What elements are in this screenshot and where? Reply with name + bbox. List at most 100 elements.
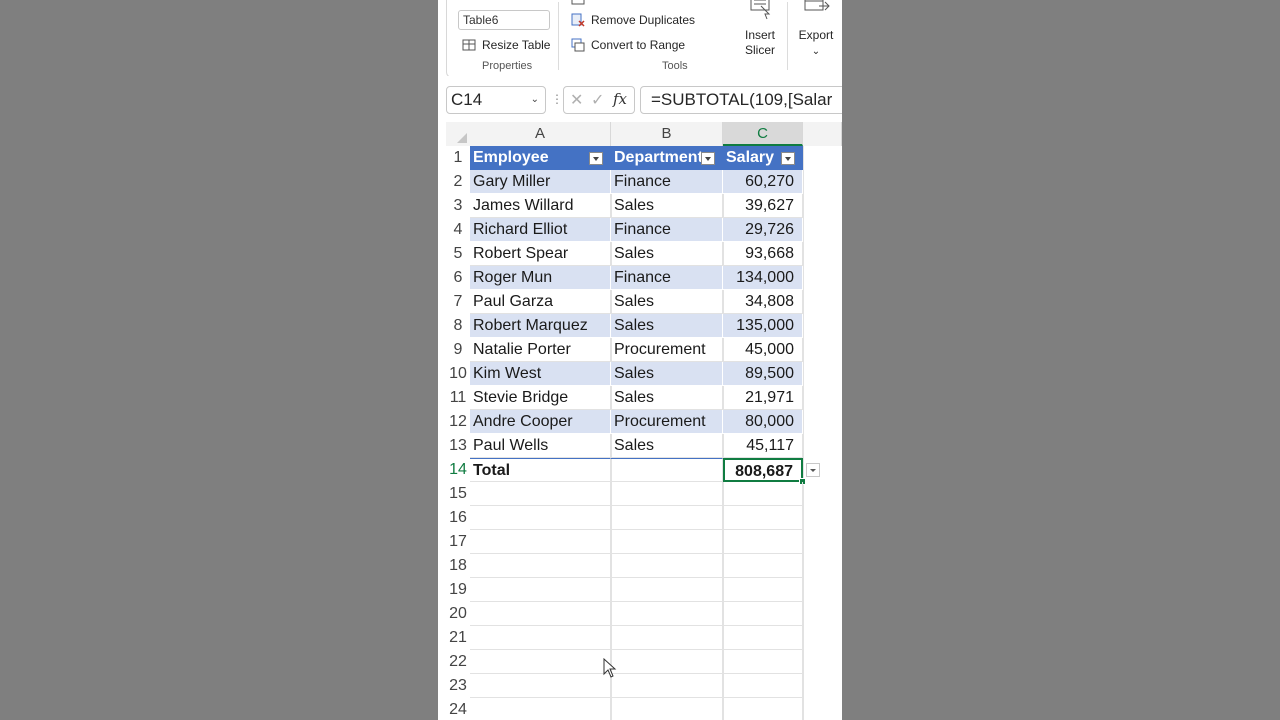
table-cell[interactable]: 134,000 — [723, 266, 803, 290]
empty-cell[interactable] — [723, 530, 803, 554]
empty-cell[interactable] — [470, 554, 611, 578]
empty-cell[interactable] — [723, 554, 803, 578]
row-header[interactable]: 24 — [446, 698, 470, 720]
enter-icon[interactable]: ✓ — [591, 90, 604, 110]
table-cell[interactable]: Richard Elliot — [470, 218, 611, 242]
row-header[interactable]: 19 — [446, 578, 470, 602]
convert-to-range-button[interactable]: Convert to Range — [571, 38, 685, 52]
table-cell[interactable]: 80,000 — [723, 410, 803, 434]
row-header[interactable]: 12 — [446, 410, 470, 434]
table-cell[interactable]: 135,000 — [723, 314, 803, 338]
empty-cell[interactable] — [470, 602, 611, 626]
empty-cell[interactable] — [611, 674, 723, 698]
name-box[interactable]: C14 ⌄ — [446, 86, 546, 114]
row-header[interactable]: 2 — [446, 170, 470, 194]
total-empty-cell[interactable] — [611, 458, 723, 482]
total-label-cell[interactable]: Total — [470, 458, 611, 482]
table-cell[interactable]: Gary Miller — [470, 170, 611, 194]
table-cell[interactable]: Sales — [611, 314, 723, 338]
empty-cell[interactable] — [470, 674, 611, 698]
row-header[interactable]: 8 — [446, 314, 470, 338]
table-cell[interactable]: Stevie Bridge — [470, 386, 611, 410]
row-header[interactable]: 21 — [446, 626, 470, 650]
table-cell[interactable]: 21,971 — [723, 386, 803, 410]
empty-cell[interactable] — [470, 650, 611, 674]
formula-input[interactable]: =SUBTOTAL(109,[Salar — [640, 86, 842, 114]
total-value-cell[interactable]: 808,687 — [723, 458, 803, 482]
empty-cell[interactable] — [611, 626, 723, 650]
row-header[interactable]: 3 — [446, 194, 470, 218]
empty-cell[interactable] — [611, 530, 723, 554]
row-header[interactable]: 4 — [446, 218, 470, 242]
row-header[interactable]: 11 — [446, 386, 470, 410]
column-header-next[interactable] — [803, 122, 842, 146]
table-cell[interactable]: Paul Garza — [470, 290, 611, 314]
select-all-corner[interactable] — [446, 122, 470, 146]
row-header[interactable]: 17 — [446, 530, 470, 554]
empty-cell[interactable] — [723, 578, 803, 602]
row-header[interactable]: 14 — [446, 458, 470, 482]
row-header[interactable]: 6 — [446, 266, 470, 290]
column-header-a[interactable]: A — [470, 122, 611, 146]
empty-cell[interactable] — [470, 506, 611, 530]
table-cell[interactable]: Finance — [611, 218, 723, 242]
column-header-b[interactable]: B — [611, 122, 723, 146]
row-header[interactable]: 22 — [446, 650, 470, 674]
empty-cell[interactable] — [611, 578, 723, 602]
row-header[interactable]: 15 — [446, 482, 470, 506]
summarize-pivot-button[interactable] — [571, 0, 585, 6]
row-header[interactable]: 20 — [446, 602, 470, 626]
empty-cell[interactable] — [611, 482, 723, 506]
table-cell[interactable]: Roger Mun — [470, 266, 611, 290]
empty-cell[interactable] — [611, 602, 723, 626]
table-cell[interactable]: Procurement — [611, 338, 723, 362]
table-cell[interactable]: Sales — [611, 242, 723, 266]
table-cell[interactable]: 60,270 — [723, 170, 803, 194]
insert-function-icon[interactable]: fx — [613, 90, 627, 108]
empty-cell[interactable] — [470, 698, 611, 720]
table-cell[interactable]: Sales — [611, 434, 723, 458]
table-name-input[interactable]: Table6 — [458, 10, 550, 30]
row-header[interactable]: 18 — [446, 554, 470, 578]
row-header[interactable]: 10 — [446, 362, 470, 386]
row-header[interactable]: 13 — [446, 434, 470, 458]
insert-slicer-button[interactable]: Insert Slicer — [740, 0, 780, 58]
table-cell[interactable]: James Willard — [470, 194, 611, 218]
empty-cell[interactable] — [723, 506, 803, 530]
empty-cell[interactable] — [723, 650, 803, 674]
table-cell[interactable]: Finance — [611, 266, 723, 290]
table-cell[interactable]: 29,726 — [723, 218, 803, 242]
table-cell[interactable]: Andre Cooper — [470, 410, 611, 434]
row-header[interactable]: 7 — [446, 290, 470, 314]
table-cell[interactable]: Sales — [611, 362, 723, 386]
table-cell[interactable]: 93,668 — [723, 242, 803, 266]
row-header[interactable]: 16 — [446, 506, 470, 530]
filter-dropdown-icon[interactable] — [701, 152, 715, 165]
empty-cell[interactable] — [470, 482, 611, 506]
table-header-cell[interactable]: Salary — [723, 146, 803, 170]
resize-table-button[interactable]: Resize Table — [462, 38, 550, 52]
empty-cell[interactable] — [723, 482, 803, 506]
table-cell[interactable]: Finance — [611, 170, 723, 194]
table-cell[interactable]: 34,808 — [723, 290, 803, 314]
table-cell[interactable]: Robert Spear — [470, 242, 611, 266]
more-options-icon[interactable]: ⋮ — [551, 92, 563, 106]
empty-cell[interactable] — [611, 650, 723, 674]
row-header[interactable]: 9 — [446, 338, 470, 362]
remove-duplicates-button[interactable]: Remove Duplicates — [571, 13, 695, 27]
table-cell[interactable]: Robert Marquez — [470, 314, 611, 338]
table-cell[interactable]: Paul Wells — [470, 434, 611, 458]
row-header[interactable]: 5 — [446, 242, 470, 266]
table-cell[interactable]: Procurement — [611, 410, 723, 434]
empty-cell[interactable] — [723, 698, 803, 720]
table-header-cell[interactable]: Department — [611, 146, 723, 170]
table-header-cell[interactable]: Employee — [470, 146, 611, 170]
row-header[interactable]: 23 — [446, 674, 470, 698]
column-header-c[interactable]: C — [723, 122, 803, 146]
table-cell[interactable]: 39,627 — [723, 194, 803, 218]
empty-cell[interactable] — [611, 554, 723, 578]
table-cell[interactable]: Sales — [611, 194, 723, 218]
empty-cell[interactable] — [723, 602, 803, 626]
table-cell[interactable]: Natalie Porter — [470, 338, 611, 362]
empty-cell[interactable] — [611, 506, 723, 530]
